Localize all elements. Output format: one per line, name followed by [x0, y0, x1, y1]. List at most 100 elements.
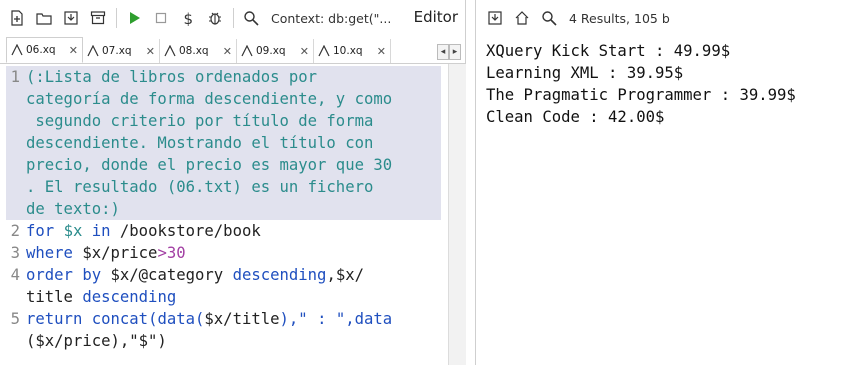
xquery-file-icon	[164, 45, 176, 57]
close-icon[interactable]: ✕	[69, 44, 78, 57]
tab-label: 07.xq	[102, 45, 132, 57]
close-icon[interactable]: ✕	[223, 45, 232, 58]
run-icon[interactable]	[123, 7, 145, 29]
tab-label: 09.xq	[256, 45, 286, 57]
tab-09[interactable]: 09.xq ✕	[237, 39, 314, 63]
close-icon[interactable]: ✕	[146, 45, 155, 58]
function-args: )," : ",data	[279, 310, 393, 328]
code-line-4-wrap: title descending	[6, 286, 462, 308]
line-number: 2	[10, 222, 20, 240]
dollar-icon[interactable]: $	[177, 7, 199, 29]
line-number: 4	[10, 266, 20, 284]
save-result-icon[interactable]	[484, 7, 506, 29]
keyword: descending	[82, 288, 177, 306]
save-icon[interactable]	[60, 7, 82, 29]
comment-text: categoría de forma descendiente, y como	[26, 90, 393, 108]
code-line-4: 4 order by $x/@category descending,$x/	[6, 264, 462, 286]
tab-label: 10.xq	[333, 45, 363, 57]
editor-scrollbar[interactable]	[448, 64, 466, 365]
toolbar-separator	[233, 8, 234, 28]
tab-scroll-right-icon[interactable]: ▸	[449, 44, 461, 60]
path-expression: $x/title	[204, 310, 280, 328]
code-line-1-wrap: de texto:)	[6, 198, 462, 220]
line-number: 3	[10, 244, 20, 262]
close-icon[interactable]: ✕	[300, 45, 309, 58]
code-line-5: 5 return concat(data($x/title)," : ",dat…	[6, 308, 462, 330]
tab-label: 06.xq	[26, 44, 56, 56]
editor-toolbar: $ Context: db:get("... Editor	[0, 0, 466, 36]
code-editor[interactable]: 1 (:Lista de libros ordenados por catego…	[6, 66, 462, 361]
tab-scroll-controls: ◂ ▸	[437, 44, 461, 60]
debug-icon[interactable]	[204, 7, 226, 29]
line-number-blank	[6, 176, 26, 198]
context-label[interactable]: Context: db:get("...	[271, 11, 391, 26]
code-line-2: 2 for $x in /bookstore/book	[6, 220, 462, 242]
comment-text: descendiente. Mostrando el título con	[26, 134, 374, 152]
code-line-1-wrap: segundo criterio por título de forma	[6, 110, 462, 132]
result-line: Learning XML : 39.95$	[486, 64, 684, 82]
function-call: concat(data(	[91, 310, 205, 328]
archive-icon[interactable]	[87, 7, 109, 29]
path-expression: $x/price	[82, 244, 158, 262]
code-line-5-wrap: ($x/price),"$")	[6, 330, 462, 352]
line-number: 5	[10, 310, 20, 328]
line-number: 1	[10, 68, 20, 86]
xquery-file-icon	[241, 45, 253, 57]
home-icon[interactable]	[511, 7, 533, 29]
keyword: for	[26, 222, 55, 240]
editor-pane: $ Context: db:get("... Editor 06.xq ✕ 07…	[0, 0, 466, 365]
comment-text: segundo criterio por título de forma	[26, 112, 374, 130]
path-expression: /bookstore/book	[119, 222, 261, 240]
comment-text: de texto:)	[26, 200, 120, 218]
function-args: ($x/price),"$")	[26, 332, 167, 350]
result-line: Clean Code : 42.00$	[486, 108, 665, 126]
line-number-blank	[6, 198, 26, 220]
line-number-blank	[6, 154, 26, 176]
keyword: in	[91, 222, 111, 240]
stop-icon[interactable]	[150, 7, 172, 29]
keyword: return	[26, 310, 83, 328]
keyword: order by	[26, 266, 102, 284]
code-line-1-wrap: precio, donde el precio es mayor que 30	[6, 154, 462, 176]
svg-text:$: $	[184, 10, 194, 26]
keyword: where	[26, 244, 73, 262]
number-literal: 30	[166, 244, 186, 262]
code-line-1: 1 (:Lista de libros ordenados por	[6, 66, 462, 88]
results-info: 4 Results, 105 b	[569, 10, 670, 26]
tab-scroll-left-icon[interactable]: ◂	[437, 44, 449, 60]
line-number-blank	[6, 286, 26, 308]
result-line: The Pragmatic Programmer : 39.99$	[486, 86, 796, 104]
line-number-blank	[6, 88, 26, 110]
tab-08[interactable]: 08.xq ✕	[160, 39, 237, 63]
line-number-blank	[6, 110, 26, 132]
tab-07[interactable]: 07.xq ✕	[83, 39, 160, 63]
xquery-file-icon	[318, 45, 330, 57]
new-file-icon[interactable]	[6, 7, 28, 29]
code-line-1-wrap: descendiente. Mostrando el título con	[6, 132, 462, 154]
tab-06[interactable]: 06.xq ✕	[6, 37, 83, 63]
separator: ,	[326, 266, 336, 284]
line-number-blank	[6, 132, 26, 154]
editor-title: Editor	[413, 8, 458, 26]
search-icon[interactable]	[240, 7, 262, 29]
code-line-1-wrap: categoría de forma descendiente, y como	[6, 88, 462, 110]
line-number-blank	[6, 330, 26, 352]
tab-label: 08.xq	[179, 45, 209, 57]
toolbar-separator	[116, 8, 117, 28]
keyword: descending	[232, 266, 327, 284]
editor-tabs: 06.xq ✕ 07.xq ✕ 08.xq ✕ 09.xq ✕ 10.xq ✕	[0, 36, 466, 64]
path-expression: $x/	[335, 266, 365, 284]
results-list[interactable]: XQuery Kick Start : 49.99$ Learning XML …	[476, 36, 867, 128]
comment-text: precio, donde el precio es mayor que 30	[26, 156, 393, 174]
comment-text: . El resultado (06.txt) es un fichero	[26, 178, 374, 196]
comment-text: (:Lista de libros ordenados por	[26, 68, 318, 86]
tab-10[interactable]: 10.xq ✕	[314, 39, 391, 63]
code-line-1-wrap: . El resultado (06.txt) es un fichero	[6, 176, 462, 198]
results-toolbar: 4 Results, 105 b	[476, 0, 867, 36]
variable: $x	[63, 222, 83, 240]
xquery-file-icon	[87, 45, 99, 57]
open-icon[interactable]	[33, 7, 55, 29]
code-line-3: 3 where $x/price>30	[6, 242, 462, 264]
close-icon[interactable]: ✕	[377, 45, 386, 58]
search-icon[interactable]	[538, 7, 560, 29]
